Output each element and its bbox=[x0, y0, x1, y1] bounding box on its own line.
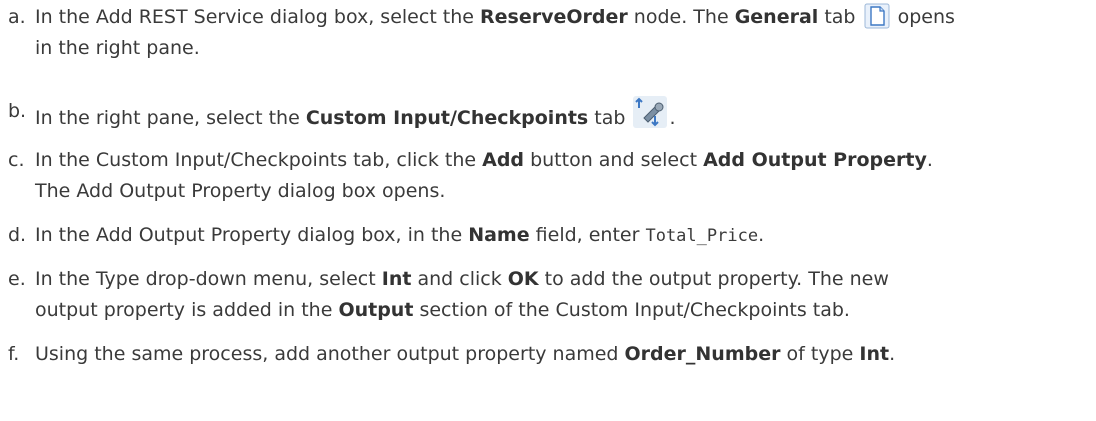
text: . bbox=[669, 107, 676, 129]
step-marker: e. bbox=[8, 268, 26, 290]
step-marker: c. bbox=[8, 149, 25, 171]
custom-input-checkpoints-tab-name: Custom Input/Checkpoints bbox=[305, 107, 589, 129]
text: in the right pane. bbox=[35, 37, 200, 59]
step-text: In the Add REST Service dialog box, sele… bbox=[35, 2, 1090, 64]
text: tab bbox=[818, 6, 862, 28]
step-text: In the right pane, select the Custom Inp… bbox=[35, 96, 1090, 129]
add-button-name: Add bbox=[482, 149, 525, 171]
step-marker: a. bbox=[8, 6, 26, 28]
step-text: In the Custom Input/Checkpoints tab, cli… bbox=[35, 145, 1090, 207]
reserveorder-node-name: ReserveOrder bbox=[480, 6, 628, 28]
custom-input-checkpoints-icon bbox=[633, 96, 668, 138]
text: Using the same process, add another outp… bbox=[35, 343, 625, 365]
add-output-property-name: Add Output Property bbox=[703, 149, 927, 171]
name-field-name: Name bbox=[468, 224, 530, 246]
step-text: Using the same process, add another outp… bbox=[35, 339, 1090, 370]
order-number-name: Order_Number bbox=[624, 343, 781, 365]
step-text: In the Type drop-down menu, select Int a… bbox=[35, 264, 1090, 326]
text: . bbox=[758, 224, 765, 246]
step-marker: d. bbox=[8, 224, 27, 246]
text: The Add Output Property dialog box opens… bbox=[35, 180, 446, 202]
text: to add the output property. The new bbox=[538, 268, 889, 290]
output-section-name: Output bbox=[338, 299, 414, 321]
general-tab-name: General bbox=[734, 6, 819, 28]
int-type-name: Int bbox=[859, 343, 890, 365]
text: node. The bbox=[627, 6, 735, 28]
step-marker: f. bbox=[8, 343, 20, 365]
code-value: Total_Price bbox=[645, 226, 759, 246]
text: section of the Custom Input/Checkpoints … bbox=[413, 299, 850, 321]
text: . bbox=[926, 149, 933, 171]
text: output property is added in the bbox=[35, 299, 339, 321]
document-icon bbox=[864, 3, 890, 39]
step-text: In the Add Output Property dialog box, i… bbox=[35, 220, 1090, 251]
step-marker: b. bbox=[8, 100, 27, 122]
text: field, enter bbox=[529, 224, 646, 246]
text: and click bbox=[411, 268, 508, 290]
ok-button-name: OK bbox=[507, 268, 539, 290]
text: of type bbox=[780, 343, 860, 365]
text: In the Add Output Property dialog box, i… bbox=[35, 224, 469, 246]
text: In the Type drop-down menu, select bbox=[35, 268, 382, 290]
text: In the Add REST Service dialog box, sele… bbox=[35, 6, 481, 28]
text: In the Custom Input/Checkpoints tab, cli… bbox=[35, 149, 483, 171]
int-type-name: Int bbox=[381, 268, 412, 290]
text: . bbox=[889, 343, 896, 365]
text: In the right pane, select the bbox=[35, 107, 306, 129]
text: button and select bbox=[524, 149, 704, 171]
text: opens bbox=[891, 6, 955, 28]
text: tab bbox=[588, 107, 632, 129]
